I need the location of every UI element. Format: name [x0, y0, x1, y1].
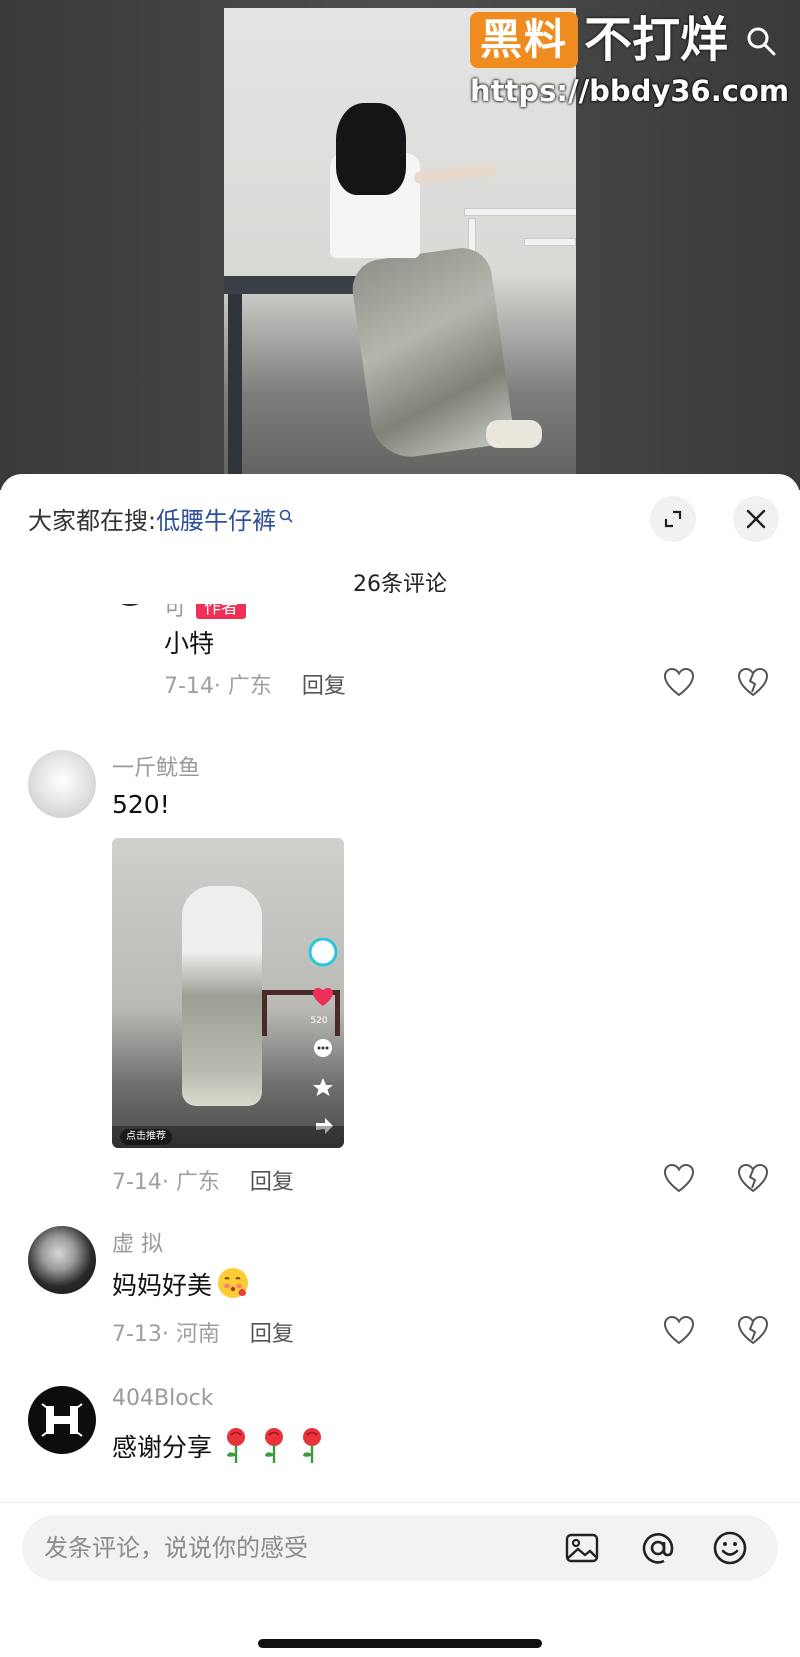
comment-input[interactable]: 发条评论，说说你的感受	[22, 1515, 778, 1581]
comment-username[interactable]: 404Block	[112, 1386, 214, 1411]
figure-shoe	[486, 420, 542, 448]
watermark-url: https://bbdy36.com	[470, 74, 790, 108]
block-logo-icon	[41, 1403, 83, 1437]
image-bottom-bar: 点击推荐	[112, 1126, 344, 1148]
comment-text: 感谢分享	[112, 1426, 326, 1464]
avatar[interactable]	[28, 1386, 96, 1454]
comment-input-bar: 发条评论，说说你的感受	[0, 1502, 800, 1657]
watermark-badge: 黑料	[470, 12, 578, 68]
close-icon	[746, 509, 766, 529]
rose-emoji-icon	[265, 1428, 284, 1463]
avatar[interactable]	[110, 604, 150, 606]
expand-button[interactable]	[650, 496, 696, 542]
image-caption: 点击推荐	[120, 1129, 172, 1145]
heart-icon[interactable]	[662, 666, 696, 700]
broken-heart-icon[interactable]	[736, 1314, 770, 1348]
table-leg	[228, 294, 242, 490]
heart-icon[interactable]	[662, 1314, 696, 1348]
figure-arm	[413, 163, 497, 185]
search-icon	[279, 509, 293, 523]
video-background[interactable]: 黑料 不打烊 https://bbdy36.com	[0, 0, 800, 490]
comment-username[interactable]: 虚 拟	[112, 1226, 163, 1258]
comment-sheet: 大家都在搜:低腰牛仔裤 26条评论 可作者 小特 7-14· 广东 回复 一斤鱿…	[0, 474, 800, 1657]
comment-username-text[interactable]: 可	[164, 604, 186, 621]
wall-pipe	[524, 238, 576, 246]
comment-text: 小特	[164, 629, 215, 658]
image-icon[interactable]	[564, 1530, 600, 1566]
expand-icon	[664, 510, 682, 528]
figure-hair	[336, 103, 406, 195]
broken-heart-icon[interactable]	[736, 666, 770, 700]
reply-button[interactable]: 回复	[302, 674, 346, 699]
search-suggestion-prefix: 大家都在搜:	[28, 507, 157, 535]
video-side-icons	[308, 938, 338, 1134]
watermark: 黑料 不打烊 https://bbdy36.com	[470, 12, 790, 112]
emoji-icon[interactable]	[712, 1530, 748, 1566]
comment-date-location: 7-14· 广东	[164, 674, 272, 699]
comment-image[interactable]: 520 点击推荐	[112, 838, 344, 1148]
blush-kiss-emoji-icon	[218, 1268, 249, 1298]
comment-date-location: 7-13· 河南	[112, 1322, 220, 1347]
image-figure	[182, 886, 262, 1106]
comment-username[interactable]: 可作者	[164, 604, 247, 622]
home-indicator[interactable]	[258, 1639, 542, 1648]
avatar[interactable]	[28, 750, 96, 818]
comment-meta: 7-14· 广东 回复	[164, 668, 346, 700]
comment-meta: 7-14· 广东 回复	[112, 1164, 294, 1196]
search-icon[interactable]	[746, 26, 776, 56]
image-like-count: 520	[310, 1016, 328, 1026]
comment-date-location: 7-14· 广东	[112, 1170, 220, 1195]
comment-meta: 7-13· 河南 回复	[112, 1316, 294, 1348]
comment-input-placeholder[interactable]: 发条评论，说说你的感受	[44, 1515, 308, 1581]
mention-icon[interactable]	[640, 1530, 676, 1566]
comment-list[interactable]: 可作者 小特 7-14· 广东 回复 一斤鱿鱼 520! 520 点击推荐 7-…	[0, 604, 800, 1494]
broken-heart-icon[interactable]	[736, 1162, 770, 1196]
avatar[interactable]	[28, 1226, 96, 1294]
comment-text: 520!	[112, 790, 170, 819]
search-suggestion-term[interactable]: 低腰牛仔裤	[156, 507, 276, 535]
comment-username[interactable]: 一斤鱿鱼	[112, 750, 200, 782]
watermark-title: 不打烊	[584, 12, 729, 68]
reply-button[interactable]: 回复	[250, 1322, 294, 1347]
comment-text: 妈妈好美	[112, 1266, 250, 1302]
comment-text-body: 感谢分享	[112, 1433, 213, 1462]
comment-count-title: 26条评论	[353, 572, 447, 597]
comment-text-body: 妈妈好美	[112, 1271, 213, 1300]
wall-pipe	[464, 208, 576, 216]
rose-emoji-icon	[303, 1428, 322, 1463]
rose-emoji-icon	[227, 1428, 246, 1463]
reply-button[interactable]: 回复	[250, 1170, 294, 1195]
heart-icon[interactable]	[662, 1162, 696, 1196]
search-suggestion[interactable]: 大家都在搜:低腰牛仔裤	[28, 504, 293, 538]
close-button[interactable]	[733, 496, 779, 542]
author-badge: 作者	[196, 604, 247, 619]
